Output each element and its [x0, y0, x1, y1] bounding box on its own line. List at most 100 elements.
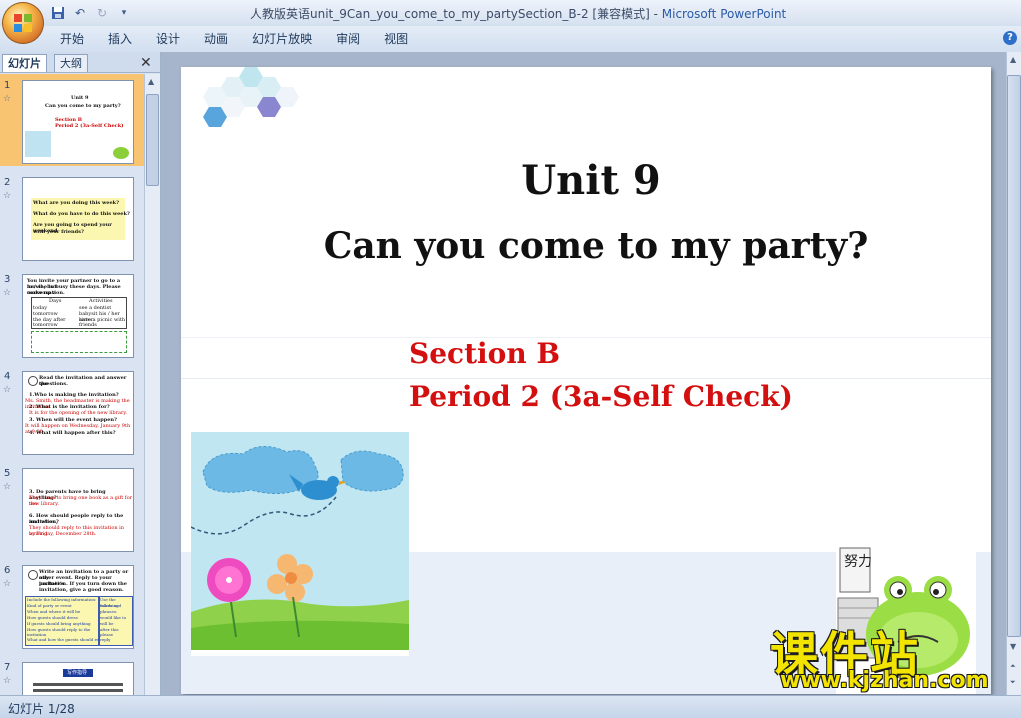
thumbnail-dashed-box — [31, 331, 127, 353]
next-slide-icon[interactable]: ⏷ — [1010, 678, 1016, 687]
thumbnail-slide-4[interactable]: Read the invitation and answer the quest… — [22, 371, 134, 455]
scroll-down-icon[interactable]: ▼ — [1010, 642, 1016, 651]
tab-view[interactable]: 视图 — [372, 26, 420, 52]
thumbnail-row-2[interactable]: 2 ☆ What are you doing this week? What d… — [0, 171, 144, 263]
thumbnail-text: by Friday, December 28th. — [29, 531, 97, 537]
thumbnail-slide-7[interactable]: 写作指导 — [22, 662, 134, 695]
slide-canvas[interactable]: Unit 9 Can you come to my party? Section… — [181, 67, 991, 694]
thumbnail-number: 6 — [4, 565, 11, 576]
thumbnail-number: 5 — [4, 468, 11, 479]
thumbnail-slide-2[interactable]: What are you doing this week? What do yo… — [22, 177, 134, 261]
thumbnail-number: 1 — [4, 80, 11, 91]
thumbnail-text: with your friends? — [33, 229, 84, 235]
watermark-url: www.kjzhan.com — [780, 668, 989, 693]
save-icon[interactable] — [50, 5, 66, 21]
animation-star-icon: ☆ — [3, 482, 12, 492]
animation-star-icon: ☆ — [3, 94, 12, 104]
thumbnail-text: What and how the guests should reply — [27, 637, 105, 642]
thumbnail-text: friends — [79, 322, 97, 328]
thumbnail-slide-6[interactable]: Write an invitation to a party or any ot… — [22, 565, 134, 649]
cartoon-bird-flowers-picture[interactable] — [191, 432, 409, 656]
thumbnail-bullet-icon — [28, 570, 38, 580]
quick-access-toolbar: ↶ ↻ ▾ — [50, 4, 132, 22]
thumbnail-text: 写作指导 — [67, 670, 88, 676]
hexagon-decoration — [203, 67, 299, 127]
customize-toolbar-icon[interactable]: ▾ — [116, 5, 132, 21]
slide-panel: 幻灯片 大纲 ✕ 1 ☆ Unit 9 Can you come to my p… — [0, 52, 161, 695]
scroll-up-icon[interactable]: ▲ — [1010, 55, 1016, 64]
thumbnail-list: 1 ☆ Unit 9 Can you come to my party? Sec… — [0, 74, 144, 695]
thumbnail-number: 2 — [4, 177, 11, 188]
ribbon-tab-bar: 开始 插入 设计 动画 幻灯片放映 审阅 视图 ? — [0, 26, 1021, 53]
thumbnail-frog — [113, 147, 129, 159]
window-title: 人教版英语unit_9Can_you_come_to_my_partySecti… — [250, 5, 786, 22]
thumbnail-text: new library. — [29, 501, 59, 507]
thumbnail-row-6[interactable]: 6 ☆ Write an invitation to a party or an… — [0, 559, 144, 651]
slide-section-label[interactable]: Section B — [409, 337, 560, 370]
panel-tabs: 幻灯片 大纲 ✕ — [0, 52, 160, 73]
thumbnail-number: 4 — [4, 371, 11, 382]
thumbnail-text: Days — [49, 298, 62, 304]
thumbnail-text: reply — [100, 637, 111, 642]
thumbnail-text: invitation, give a good reason. — [39, 587, 124, 593]
undo-icon[interactable]: ↶ — [72, 5, 88, 21]
thumbnail-text-line — [33, 683, 123, 686]
title-bar: ↶ ↻ ▾ 人教版英语unit_9Can_you_come_to_my_part… — [0, 0, 1021, 27]
thumbnail-row-5[interactable]: 5 ☆ 3. Do parents have to bring anything… — [0, 462, 144, 554]
thumbnail-text: It is for the opening of the new library… — [29, 410, 128, 416]
thumbnail-slide-1[interactable]: Unit 9 Can you come to my party? Section… — [22, 80, 134, 164]
slide-counter: 幻灯片 1/28 — [8, 702, 75, 716]
animation-star-icon: ☆ — [3, 579, 12, 589]
panel-scroll-thumb[interactable] — [146, 94, 159, 186]
thumbnail-text: Unit 9 — [71, 95, 89, 101]
tab-animations[interactable]: 动画 — [192, 26, 240, 52]
thumbnail-text: Period 2 (3a-Self Check) — [55, 123, 124, 129]
thumbnail-number: 3 — [4, 274, 11, 285]
tab-review[interactable]: 审阅 — [324, 26, 372, 52]
redo-icon[interactable]: ↻ — [94, 5, 110, 21]
thumbnail-row-1[interactable]: 1 ☆ Unit 9 Can you come to my party? Sec… — [0, 74, 144, 166]
frog-sign-text: 努力 — [844, 554, 872, 570]
animation-star-icon: ☆ — [3, 676, 12, 686]
window-title-document: 人教版英语unit_9Can_you_come_to_my_partySecti… — [250, 7, 662, 21]
thumbnail-text-line — [33, 689, 123, 692]
thumbnail-bullet-icon — [28, 376, 38, 386]
scroll-up-icon[interactable]: ▲ — [148, 77, 154, 86]
office-button[interactable] — [2, 2, 44, 44]
close-icon[interactable]: ✕ — [140, 55, 152, 71]
animation-star-icon: ☆ — [3, 288, 12, 298]
window-title-app: Microsoft PowerPoint — [661, 7, 787, 21]
thumbnail-text: tomorrow — [33, 322, 58, 328]
thumbnail-text: Activities — [89, 298, 113, 304]
thumbnail-row-7[interactable]: 7 ☆ 写作指导 — [0, 656, 144, 695]
slide-divider-lines — [181, 337, 991, 379]
thumbnail-row-3[interactable]: 3 ☆ You invite your partner to go to a m… — [0, 268, 144, 360]
thumbnail-slide-5[interactable]: 3. Do parents have to bring anything? Th… — [22, 468, 134, 552]
office-logo-icon — [14, 14, 32, 32]
tab-slideshow[interactable]: 幻灯片放映 — [240, 26, 324, 52]
help-icon[interactable]: ? — [1003, 31, 1017, 45]
tab-outline[interactable]: 大纲 — [54, 54, 88, 72]
thumbnail-text: 4. What will happen after this? — [29, 430, 116, 436]
previous-slide-icon[interactable]: ⏶ — [1010, 662, 1016, 671]
thumbnail-number: 7 — [4, 662, 11, 673]
thumbnail-text: conversation. — [27, 290, 65, 296]
tab-insert[interactable]: 插入 — [96, 26, 144, 52]
thumbnail-text: questions. — [39, 381, 68, 387]
editor-scroll-thumb[interactable] — [1007, 75, 1021, 637]
thumbnail-text: What do you have to do this week? — [33, 211, 130, 217]
thumbnail-text: Can you come to my party? — [45, 103, 121, 109]
tab-slides[interactable]: 幻灯片 — [2, 54, 47, 72]
tab-design[interactable]: 设计 — [144, 26, 192, 52]
tab-home[interactable]: 开始 — [48, 26, 96, 52]
status-bar: 幻灯片 1/28 — [0, 695, 1021, 718]
thumbnail-row-4[interactable]: 4 ☆ Read the invitation and answer the q… — [0, 365, 144, 457]
thumbnail-slide-3[interactable]: You invite your partner to go to a movie… — [22, 274, 134, 358]
animation-star-icon: ☆ — [3, 385, 12, 395]
animation-star-icon: ☆ — [3, 191, 12, 201]
slide-title-unit[interactable]: Unit 9 — [181, 157, 991, 204]
pink-flower-icon — [207, 558, 251, 602]
slide-period-label[interactable]: Period 2 (3a-Self Check) — [409, 380, 793, 413]
thumbnail-text: What are you doing this week? — [33, 200, 120, 206]
slide-title-question[interactable]: Can you come to my party? — [181, 225, 991, 267]
